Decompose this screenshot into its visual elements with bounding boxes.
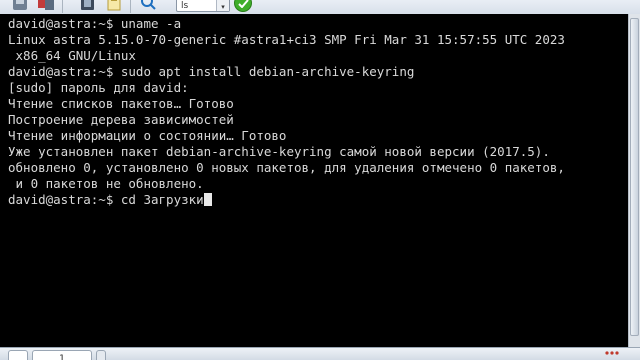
terminal-line: Построение дерева зависимостей xyxy=(8,112,234,127)
paste-icon[interactable] xyxy=(78,0,98,12)
text-cursor xyxy=(203,193,212,206)
terminal-line: Чтение информации о состоянии… Готово xyxy=(8,128,287,143)
tab-blank[interactable] xyxy=(8,350,28,360)
terminal-line: david@astra:~$ sudo apt install debian-a… xyxy=(8,64,415,79)
tab-terminal-1[interactable]: 1 xyxy=(32,350,92,360)
terminal-line: david@astra:~$ uname -a xyxy=(8,16,182,31)
tab-label: 1 xyxy=(59,354,65,360)
terminal-output[interactable]: david@astra:~$ uname -a Linux astra 5.15… xyxy=(0,14,628,347)
status-dots-icon xyxy=(605,351,619,355)
confirm-icon[interactable] xyxy=(234,0,252,12)
chevron-down-icon: ▾ xyxy=(216,0,229,11)
tab-bar: 1 xyxy=(0,347,640,360)
copy-icon[interactable] xyxy=(36,0,56,12)
terminal-line: и 0 пакетов не обновлено. xyxy=(8,176,204,191)
terminal-input-line[interactable]: david@astra:~$ cd Загрузки xyxy=(8,192,212,208)
terminal-line: обновлено 0, установлено 0 новых пакетов… xyxy=(8,160,565,175)
search-icon[interactable] xyxy=(138,0,158,12)
toolbar-separator xyxy=(62,0,63,13)
cut-icon[interactable] xyxy=(10,0,30,12)
terminal-line: [sudo] пароль для david: xyxy=(8,80,189,95)
paste-special-icon[interactable] xyxy=(104,0,124,12)
font-select[interactable]: ls ▾ xyxy=(176,0,230,12)
terminal-line: Linux astra 5.15.0-70-generic #astra1+ci… xyxy=(8,32,565,47)
terminal-line: Уже установлен пакет debian-archive-keyr… xyxy=(8,144,550,159)
font-select-value: ls xyxy=(181,1,189,11)
terminal-line: Чтение списков пакетов… Готово xyxy=(8,96,234,111)
tab-scroll-handle[interactable] xyxy=(96,350,106,360)
terminal-line: x86_64 GNU/Linux xyxy=(8,48,136,63)
terminal-prompt: david@astra:~$ xyxy=(8,192,121,207)
scrollbar-thumb[interactable] xyxy=(630,18,639,336)
vertical-scrollbar[interactable] xyxy=(628,14,640,347)
terminal-current-input: cd Загрузки xyxy=(120,192,204,207)
toolbar-separator xyxy=(130,0,131,13)
toolbar: ls ▾ xyxy=(0,0,640,15)
